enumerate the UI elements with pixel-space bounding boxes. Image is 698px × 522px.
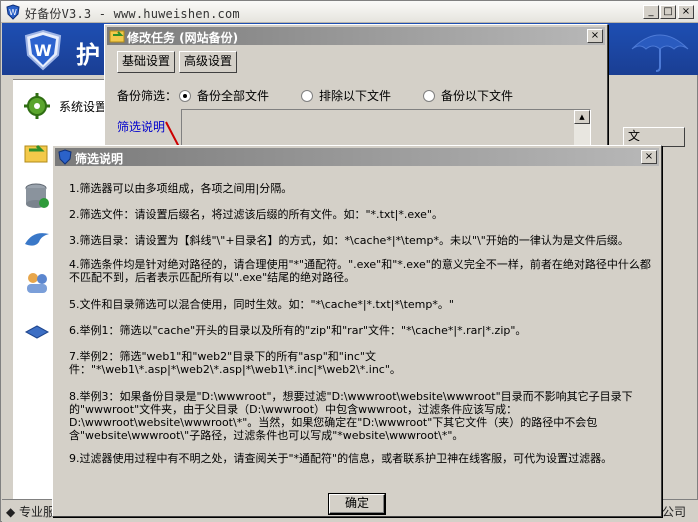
filter-scrollbar[interactable]: ▲ <box>574 110 590 148</box>
maximize-button[interactable]: □ <box>660 5 676 19</box>
help-item-6: 6.举例1：筛选以"cache"开头的目录以及所有的"zip"和"rar"文件：… <box>69 324 527 337</box>
radio-dot <box>423 89 435 102</box>
book-icon[interactable] <box>23 316 51 344</box>
help-item-3: 3.筛选目录：请设置为【斜线"\"+目录名】的方式，如：*\cache*|*\t… <box>69 234 629 247</box>
help-title-bar[interactable]: 筛选说明 × <box>55 148 659 166</box>
radio-exclude[interactable]: 排除以下文件 <box>301 87 391 104</box>
radio-dot <box>179 89 191 102</box>
task-title-text: 修改任务 (网站备份) <box>127 31 239 45</box>
task-close-button[interactable]: × <box>587 29 603 43</box>
main-title-text: 好备份V3.3 - www.huweishen.com <box>25 7 240 21</box>
help-body: 1.筛选器可以由多项组成，各项之间用|分隔。 2.筛选文件：请设置后缀名，将过滤… <box>55 168 659 490</box>
radio-backup-all[interactable]: 备份全部文件 <box>179 87 269 104</box>
help-close-button[interactable]: × <box>641 150 657 164</box>
users-icon[interactable] <box>23 268 51 296</box>
help-item-2: 2.筛选文件：请设置后缀名，将过滤该后缀的所有文件。如："*.txt|*.exe… <box>69 208 443 221</box>
sidebar-item-settings[interactable]: 系统设置 <box>59 98 107 115</box>
scroll-up-arrow-icon[interactable]: ▲ <box>574 110 590 124</box>
filter-label: 备份筛选： <box>117 89 178 103</box>
radio-dot <box>301 89 313 102</box>
ok-button[interactable]: 确定 <box>329 494 385 514</box>
umbrella-icon <box>631 34 689 72</box>
database-icon[interactable] <box>23 182 51 210</box>
help-item-7: 7.举例2：筛选"web1"和"web2"目录下的所有"asp"和"inc"文件… <box>69 350 401 376</box>
browse-fragment: 文 <box>613 127 695 147</box>
radio-label: 备份以下文件 <box>441 89 514 103</box>
radio-label: 备份全部文件 <box>197 89 270 103</box>
tab-advanced-settings[interactable]: 高级设置 <box>179 51 237 73</box>
help-shield-icon <box>58 149 72 165</box>
brand-text: 护 <box>76 41 100 69</box>
filter-help-dialog: 筛选说明 × 1.筛选器可以由多项组成，各项之间用|分隔。 2.筛选文件：请设置… <box>52 145 662 517</box>
help-title-text: 筛选说明 <box>75 152 124 166</box>
help-item-5: 5.文件和目录筛选可以混合使用，同时生效。如："*\cache*|*.txt|*… <box>69 298 454 311</box>
gear-icon[interactable] <box>23 92 51 120</box>
close-button[interactable]: × <box>678 5 694 19</box>
help-item-4: 4.筛选条件均是针对绝对路径的，请合理使用"*"通配符。".exe"和"*.ex… <box>69 258 651 284</box>
folder-sync-icon[interactable] <box>23 138 51 166</box>
task-title-bar[interactable]: 修改任务 (网站备份) × <box>107 27 605 45</box>
filter-help-link[interactable]: 筛选说明 <box>117 118 165 135</box>
svg-text:W: W <box>9 8 17 17</box>
browse-button[interactable]: 文 <box>623 127 685 147</box>
tab-basic-settings[interactable]: 基础设置 <box>117 51 175 73</box>
help-item-8: 8.举例3：如果备份目录是"D:\wwwroot"，想要过滤"D:\wwwroo… <box>69 390 633 442</box>
help-item-9: 9.过滤器使用过程中有不明之处，请查阅关于"*通配符"的信息，或者联系护卫神在线… <box>69 452 613 465</box>
bottom-right-text: 公司 <box>661 505 686 519</box>
filter-textarea[interactable]: ▲ <box>181 109 591 149</box>
task-icon <box>109 30 125 43</box>
logo-shield-icon: W <box>24 29 62 71</box>
help-item-1: 1.筛选器可以由多项组成，各项之间用|分隔。 <box>69 182 293 195</box>
radio-include[interactable]: 备份以下文件 <box>423 87 513 104</box>
minimize-button[interactable]: _ <box>643 5 659 19</box>
bottom-left-text: ◆ 专业服 <box>6 505 56 519</box>
main-title-bar[interactable]: W 好备份V3.3 - www.huweishen.com _ □ × <box>1 1 698 23</box>
radio-label: 排除以下文件 <box>319 89 392 103</box>
svg-text:W: W <box>34 41 52 60</box>
dolphin-icon[interactable] <box>23 226 51 254</box>
app-shield-icon: W <box>6 4 20 20</box>
